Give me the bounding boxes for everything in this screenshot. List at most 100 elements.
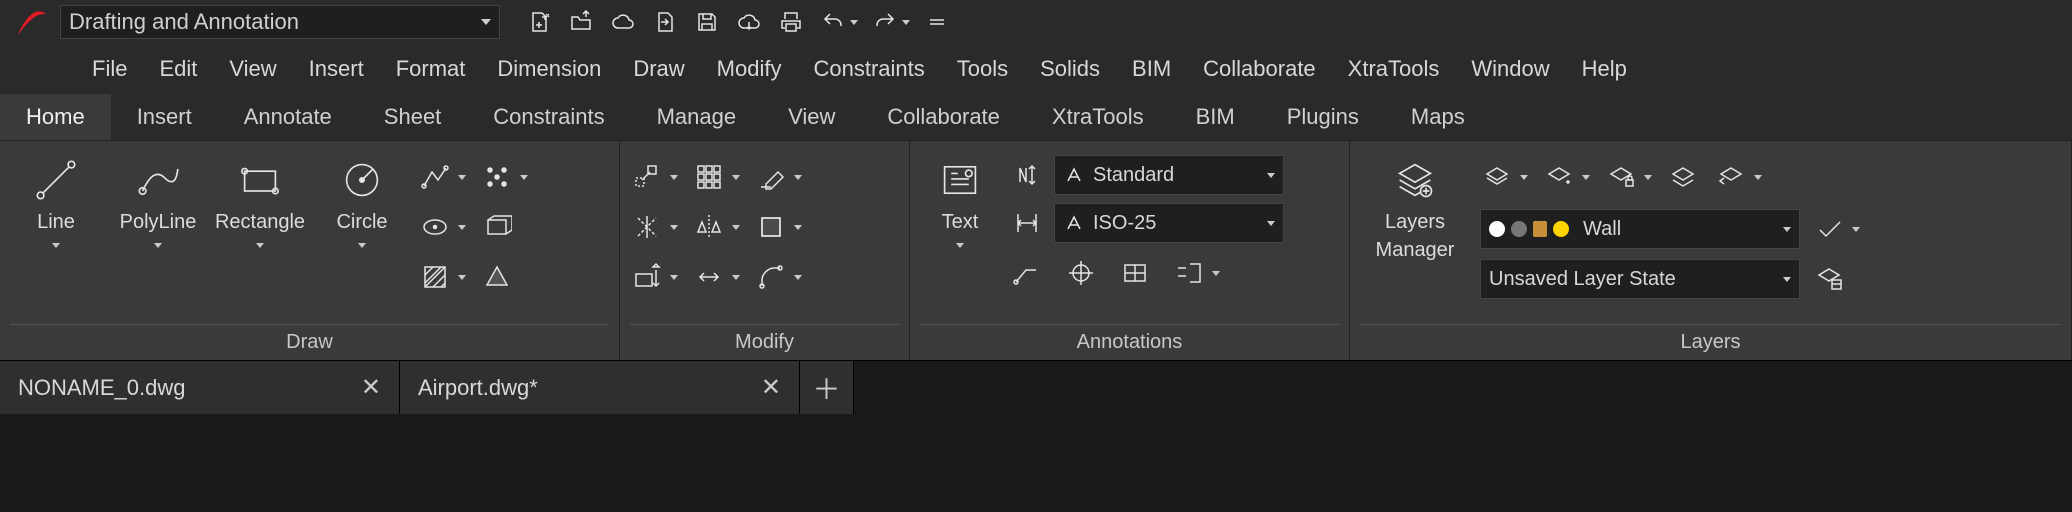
ribbon-tab-sheet[interactable]: Sheet bbox=[358, 94, 468, 140]
point-button[interactable] bbox=[480, 155, 528, 199]
menu-tools[interactable]: Tools bbox=[955, 52, 1010, 86]
menu-file[interactable]: File bbox=[90, 52, 129, 86]
layer-state-combo[interactable]: Unsaved Layer State bbox=[1480, 259, 1800, 299]
ribbon-tab-strip: Home Insert Annotate Sheet Constraints M… bbox=[0, 94, 2072, 140]
layers-manager-button[interactable]: Layers Manager bbox=[1360, 149, 1470, 261]
document-tab[interactable]: NONAME_0.dwg ✕ bbox=[0, 361, 400, 414]
menu-window[interactable]: Window bbox=[1469, 52, 1551, 86]
text-height-icon[interactable] bbox=[1010, 158, 1044, 192]
ribbon-tab-manage[interactable]: Manage bbox=[631, 94, 763, 140]
trim-button[interactable] bbox=[630, 205, 678, 249]
dim-style-icon bbox=[1063, 212, 1085, 234]
close-icon[interactable]: ✕ bbox=[761, 373, 781, 402]
ellipse-icon bbox=[418, 210, 452, 244]
menu-format[interactable]: Format bbox=[394, 52, 468, 86]
cloud-open-button[interactable] bbox=[608, 7, 638, 37]
erase-button[interactable] bbox=[754, 155, 802, 199]
redo-split-button[interactable] bbox=[870, 7, 910, 37]
hatch-button[interactable] bbox=[418, 255, 466, 299]
fillet-button[interactable] bbox=[754, 205, 802, 249]
export-button[interactable] bbox=[650, 7, 680, 37]
ribbon-tab-bim[interactable]: BIM bbox=[1170, 94, 1261, 140]
qat-customize-button[interactable] bbox=[922, 7, 952, 37]
current-layer-combo[interactable]: Wall bbox=[1480, 209, 1800, 249]
chevron-down-icon bbox=[794, 225, 802, 230]
center-mark-button[interactable] bbox=[1064, 256, 1098, 290]
chevron-down-icon bbox=[732, 175, 740, 180]
dimension-icon[interactable] bbox=[1010, 206, 1044, 240]
layer-lock-button[interactable] bbox=[1604, 155, 1652, 199]
multileader-style-button[interactable] bbox=[1172, 251, 1220, 295]
polyline-button[interactable]: PolyLine bbox=[112, 149, 204, 248]
chamfer-button[interactable] bbox=[754, 255, 802, 299]
layer-match-icon bbox=[1666, 160, 1700, 194]
ribbon-tab-plugins[interactable]: Plugins bbox=[1261, 94, 1385, 140]
close-icon[interactable]: ✕ bbox=[361, 373, 381, 402]
ribbon-tab-maps[interactable]: Maps bbox=[1385, 94, 1491, 140]
new-tab-button[interactable]: ＋ bbox=[800, 361, 854, 414]
menu-modify[interactable]: Modify bbox=[715, 52, 784, 86]
menu-dimension[interactable]: Dimension bbox=[495, 52, 603, 86]
print-button[interactable] bbox=[776, 7, 806, 37]
stretch-icon bbox=[692, 260, 726, 294]
new-document-button[interactable] bbox=[524, 7, 554, 37]
circle-button[interactable]: Circle bbox=[316, 149, 408, 248]
dim-style-combo[interactable]: ISO-25 bbox=[1054, 203, 1284, 243]
layer-previous-button[interactable] bbox=[1714, 155, 1762, 199]
leader-button[interactable] bbox=[1010, 256, 1044, 290]
menu-help[interactable]: Help bbox=[1580, 52, 1629, 86]
menu-constraints[interactable]: Constraints bbox=[811, 52, 926, 86]
layer-isolate-button[interactable] bbox=[1480, 155, 1528, 199]
document-tab[interactable]: Airport.dwg* ✕ bbox=[400, 361, 800, 414]
cloud-save-button[interactable] bbox=[734, 7, 764, 37]
layer-new-button[interactable] bbox=[1542, 155, 1590, 199]
layer-previous-icon bbox=[1714, 160, 1748, 194]
ribbon-tab-insert[interactable]: Insert bbox=[111, 94, 218, 140]
ribbon-tab-xtratools[interactable]: XtraTools bbox=[1026, 94, 1170, 140]
undo-split-button[interactable] bbox=[818, 7, 858, 37]
chevron-down-icon bbox=[1644, 175, 1652, 180]
region-button[interactable] bbox=[480, 205, 528, 249]
menu-edit[interactable]: Edit bbox=[157, 52, 199, 86]
table-button[interactable] bbox=[1118, 256, 1152, 290]
mirror-button[interactable] bbox=[692, 205, 740, 249]
region-icon bbox=[480, 210, 514, 244]
menu-bim[interactable]: BIM bbox=[1130, 52, 1173, 86]
rectangle-button[interactable]: Rectangle bbox=[214, 149, 306, 248]
layer-match-button[interactable] bbox=[1666, 155, 1700, 199]
ribbon-tab-collaborate[interactable]: Collaborate bbox=[861, 94, 1026, 140]
ribbon-tab-annotate[interactable]: Annotate bbox=[218, 94, 358, 140]
layer-apply-button[interactable] bbox=[1812, 207, 1860, 251]
ribbon-tab-home[interactable]: Home bbox=[0, 94, 111, 140]
menu-xtratools[interactable]: XtraTools bbox=[1346, 52, 1442, 86]
text-style-combo[interactable]: Standard bbox=[1054, 155, 1284, 195]
offset-button[interactable] bbox=[630, 255, 678, 299]
workspace-current-label: Drafting and Annotation bbox=[69, 9, 299, 35]
menu-insert[interactable]: Insert bbox=[307, 52, 366, 86]
layer-states-manager-button[interactable] bbox=[1812, 262, 1846, 296]
menu-view[interactable]: View bbox=[227, 52, 278, 86]
menu-collaborate[interactable]: Collaborate bbox=[1201, 52, 1318, 86]
save-button[interactable] bbox=[692, 7, 722, 37]
menu-draw[interactable]: Draw bbox=[631, 52, 686, 86]
open-document-button[interactable] bbox=[566, 7, 596, 37]
ellipse-button[interactable] bbox=[418, 205, 466, 249]
stretch-button[interactable] bbox=[692, 255, 740, 299]
app-logo[interactable] bbox=[8, 2, 54, 42]
chevron-down-icon bbox=[358, 243, 366, 248]
ribbon-tab-view[interactable]: View bbox=[762, 94, 861, 140]
chevron-down-icon bbox=[732, 275, 740, 280]
polygon-button[interactable] bbox=[480, 255, 528, 299]
ribbon-tab-constraints[interactable]: Constraints bbox=[467, 94, 630, 140]
line-button[interactable]: Line bbox=[10, 149, 102, 248]
workspace-selector[interactable]: Drafting and Annotation bbox=[60, 5, 500, 39]
chevron-down-icon bbox=[956, 243, 964, 248]
polyline3d-button[interactable] bbox=[418, 155, 466, 199]
point-icon bbox=[480, 160, 514, 194]
menu-solids[interactable]: Solids bbox=[1038, 52, 1102, 86]
panel-modify: Modify bbox=[620, 141, 910, 360]
pattern-button[interactable] bbox=[692, 155, 740, 199]
text-button[interactable]: Text bbox=[920, 149, 1000, 248]
move-button[interactable] bbox=[630, 155, 678, 199]
chevron-down-icon bbox=[1754, 175, 1762, 180]
